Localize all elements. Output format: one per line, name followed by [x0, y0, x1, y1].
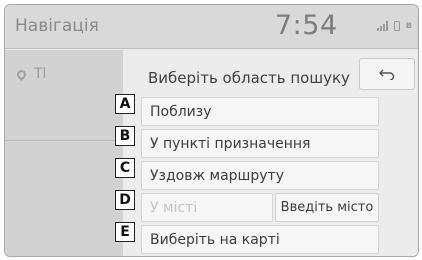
option-in-city-button[interactable]: У місті	[141, 193, 273, 222]
bluetooth-icon: ʙ	[405, 20, 412, 31]
callout-label-d: D	[115, 190, 135, 210]
status-icons: ʙ	[376, 20, 412, 31]
sidebar-divider	[5, 140, 123, 141]
callout-label-e: E	[115, 222, 135, 242]
sidebar: Tl	[5, 50, 123, 256]
option-along-route-button[interactable]: Уздовж маршруту	[141, 161, 379, 190]
option-nearby-button[interactable]: Поблизу	[141, 97, 379, 126]
option-at-destination-button[interactable]: У пункті призначення	[141, 129, 379, 158]
header-bar: Навігація 7:54 ʙ	[5, 5, 418, 49]
back-button[interactable]	[359, 58, 415, 90]
option-label: У пункті призначення	[150, 135, 311, 152]
option-select-on-map-button[interactable]: Виберіть на карті	[141, 225, 379, 254]
back-arrow-icon	[379, 69, 395, 80]
phone-icon	[393, 21, 400, 31]
sidebar-item-destination[interactable]: Tl	[15, 66, 47, 82]
search-area-panel: Виберіть область пошуку Поблизу У пункті…	[123, 50, 418, 256]
location-pin-icon	[15, 67, 28, 81]
option-label: Виберіть на карті	[150, 231, 280, 248]
callout-label-c: C	[115, 158, 135, 178]
panel-title: Виберіть область пошуку	[148, 69, 350, 87]
option-label: Уздовж маршруту	[150, 167, 284, 184]
enter-city-button[interactable]: Введіть місто	[275, 193, 379, 222]
sidebar-item-label: Tl	[34, 66, 47, 82]
option-label: Поблизу	[150, 103, 212, 120]
enter-city-label: Введіть місто	[280, 200, 374, 215]
signal-strength-icon	[376, 21, 388, 31]
clock: 7:54	[275, 10, 338, 41]
callout-label-b: B	[115, 126, 135, 146]
navigation-screen: Навігація 7:54 ʙ Tl Виберіть область пош…	[4, 4, 419, 257]
option-label: У місті	[150, 199, 198, 216]
app-title: Навігація	[15, 16, 99, 36]
callout-label-a: A	[115, 94, 135, 114]
